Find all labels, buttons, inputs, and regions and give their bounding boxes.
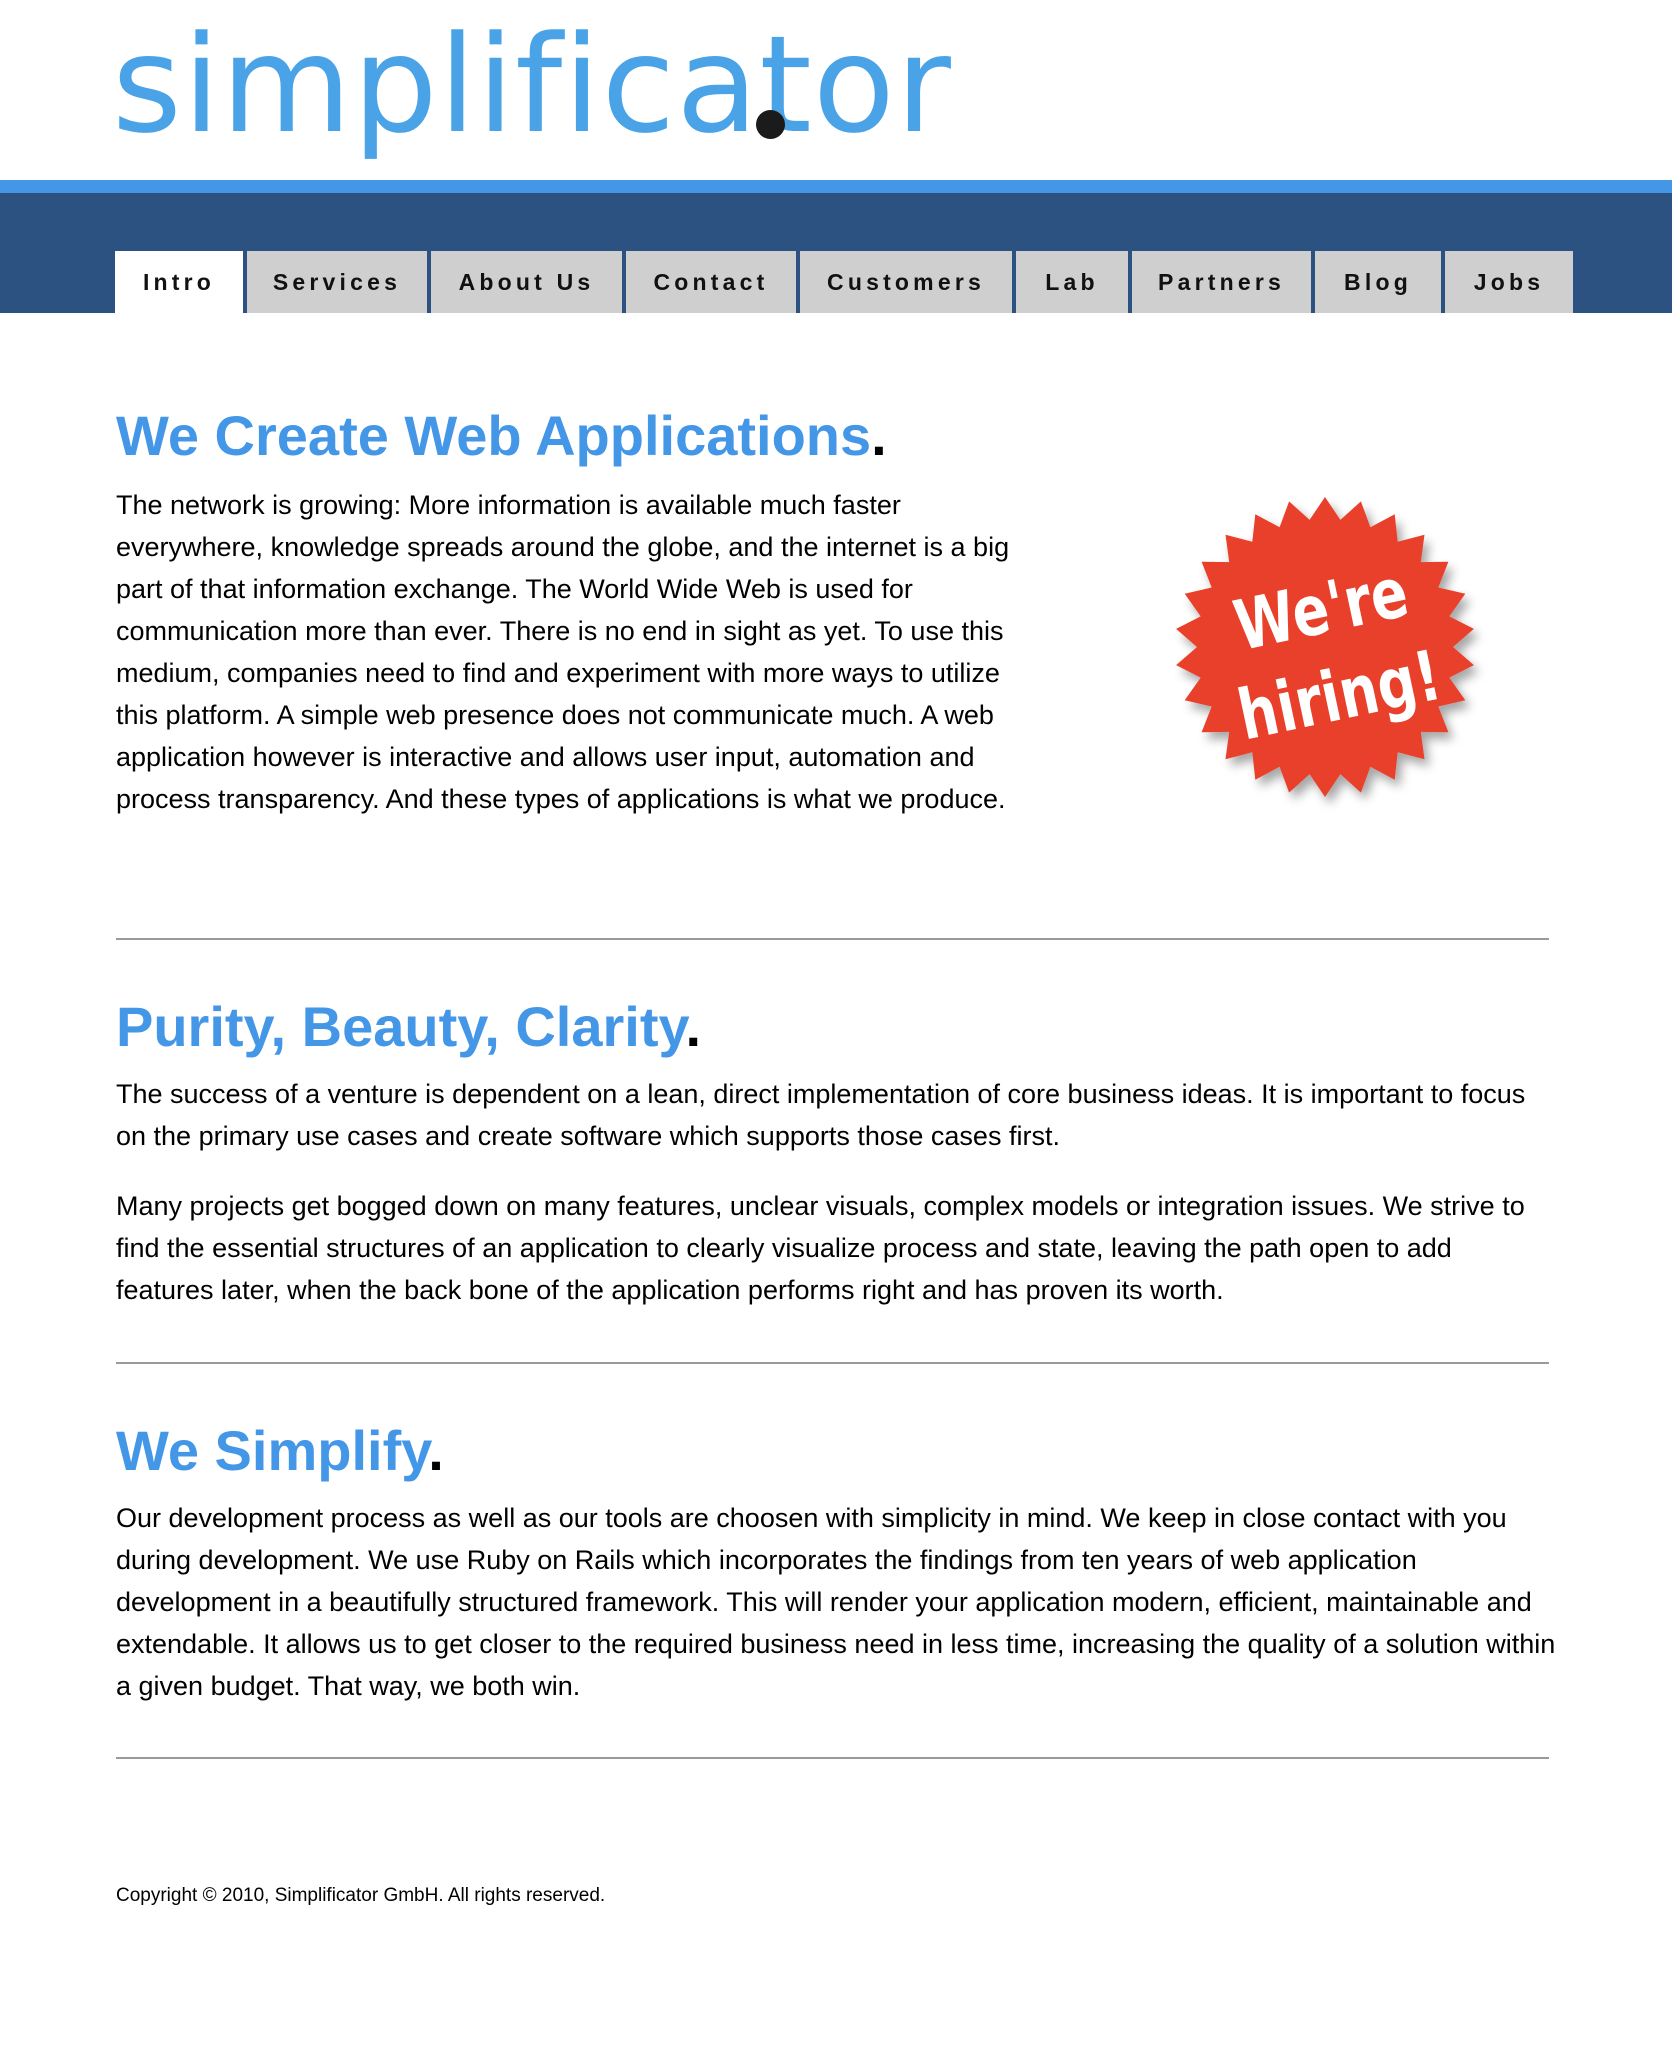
tab-about-us[interactable]: About Us [431,251,626,313]
section-divider [116,938,1549,940]
logo-wordmark: simplificator [112,7,952,163]
section-heading: Purity, Beauty, Clarity. [116,999,1556,1055]
heading-period: . [685,995,702,1058]
main-nav-tabs: Intro Services About Us Contact Customer… [115,251,1573,313]
starburst-icon: We're hiring! [1176,497,1474,797]
section-paragraph: The success of a venture is dependent on… [116,1079,1526,1151]
section-we-simplify: We Simplify. Our development process as … [116,1423,1556,1707]
tab-jobs[interactable]: Jobs [1445,251,1573,313]
section-divider [116,1757,1549,1759]
tab-intro[interactable]: Intro [115,251,247,313]
hiring-badge[interactable]: We're hiring! [1165,485,1495,815]
tab-lab[interactable]: Lab [1016,251,1132,313]
tab-blog[interactable]: Blog [1315,251,1445,313]
heading-text: We Create Web Applications [116,404,872,467]
heading-period: . [871,404,887,467]
section-web-applications: We Create Web Applications. The network … [116,408,1046,820]
site-logo[interactable]: simplificator [112,0,952,175]
section-heading: We Simplify. [116,1423,1556,1479]
section-heading: We Create Web Applications. [116,408,1046,464]
section-purity: Purity, Beauty, Clarity. The success of … [116,999,1556,1311]
tab-contact[interactable]: Contact [626,251,800,313]
copyright-footer: Copyright © 2010, Simplificator GmbH. Al… [116,1885,606,1906]
logo-dot [756,110,785,139]
tab-services[interactable]: Services [247,251,431,313]
section-divider [116,1362,1549,1364]
tab-partners[interactable]: Partners [1132,251,1315,313]
section-paragraph: The network is growing: More information… [116,490,1010,814]
section-paragraph: Our development process as well as our t… [116,1503,1556,1701]
nav-accent-stripe [0,180,1672,193]
section-paragraph: Many projects get bogged down on many fe… [116,1191,1525,1305]
tab-customers[interactable]: Customers [800,251,1016,313]
heading-text: We Simplify [116,1419,429,1482]
heading-text: Purity, Beauty, Clarity [116,995,686,1058]
heading-period: . [428,1419,444,1482]
